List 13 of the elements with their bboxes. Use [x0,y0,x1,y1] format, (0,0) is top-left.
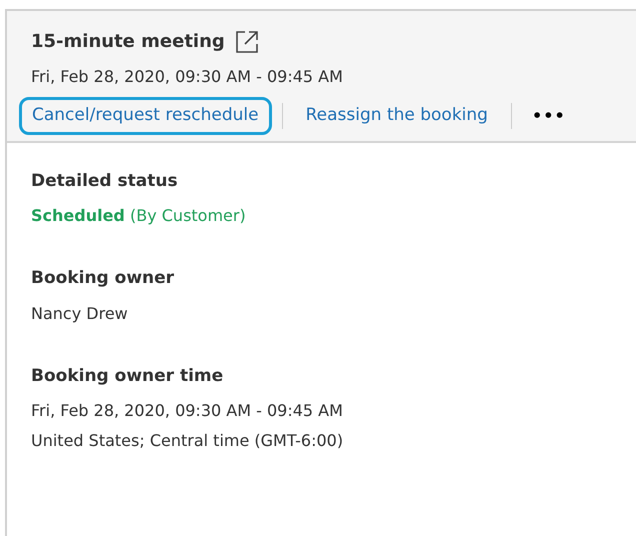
action-link[interactable]: Cancel/request reschedule [19,97,272,134]
field-label: Booking owner time [31,364,224,388]
field-value: United States; Central time (GMT-6:00) [31,430,344,452]
meeting-datetime: Fri, Feb 28, 2020, 09:30 AM - 09:45 AM [30,66,344,88]
field-value: Nancy Drew [31,302,129,324]
field-value: Fri, Feb 28, 2020, 09:30 AM - 09:45 AM [31,400,344,422]
action-link[interactable]: Reassign the booking [292,97,501,134]
field-label: Booking owner [31,267,176,290]
field-value: Scheduled (By Customer) [31,205,247,227]
meeting-title: 15-minute meeting [31,30,225,54]
external-link-icon[interactable] [234,30,259,54]
field-label: Detailed status [31,170,179,192]
more-button[interactable]: ••• [522,98,576,133]
